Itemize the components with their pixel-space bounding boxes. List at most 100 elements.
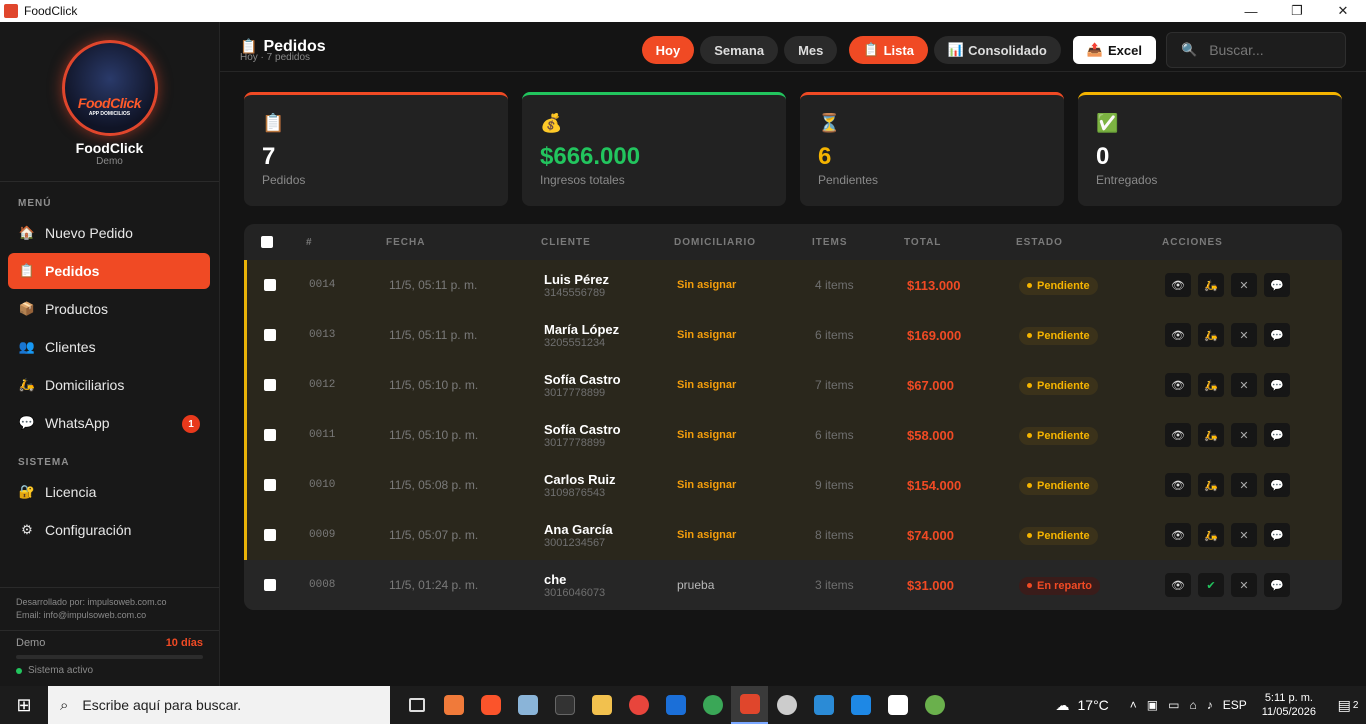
filter-hoy[interactable]: Hoy <box>641 36 695 64</box>
assign-courier-button[interactable]: 🛵 <box>1198 323 1224 347</box>
row-checkbox[interactable] <box>264 379 276 391</box>
view-order-button[interactable]: 👁 <box>1165 473 1191 497</box>
plan-progress <box>16 655 203 659</box>
assign-courier-button[interactable]: 🛵 <box>1198 423 1224 447</box>
sidebar-item-configuracion[interactable]: ⚙ Configuración <box>8 512 210 548</box>
view-consolidated-button[interactable]: 📊 Consolidado <box>933 36 1061 64</box>
table-row[interactable]: 0008 11/5, 01:24 p. m. che 3016046073 prueba… <box>244 560 1342 610</box>
windows-start-button[interactable]: ⊞ <box>0 686 48 724</box>
view-order-button[interactable]: 👁 <box>1165 523 1191 547</box>
volume-icon[interactable]: ♪ <box>1207 698 1213 712</box>
cancel-order-button[interactable]: ✕ <box>1231 473 1257 497</box>
message-button[interactable]: 💬 <box>1264 373 1290 397</box>
view-order-button[interactable]: 👁 <box>1165 323 1191 347</box>
view-order-button[interactable]: 👁 <box>1165 573 1191 597</box>
message-button[interactable]: 💬 <box>1264 573 1290 597</box>
cancel-order-button[interactable]: ✕ <box>1231 323 1257 347</box>
row-checkbox[interactable] <box>264 329 276 341</box>
chevron-up-icon[interactable]: ˄ <box>1130 698 1137 712</box>
message-button[interactable]: 💬 <box>1264 323 1290 347</box>
mark-delivered-button[interactable]: ✔ <box>1198 573 1224 597</box>
filter-mes[interactable]: Mes <box>784 36 838 64</box>
app-icon-orange[interactable] <box>435 686 472 724</box>
sidebar-item-clientes[interactable]: 👥 Clientes <box>8 329 210 365</box>
sidebar-item-pedidos[interactable]: 📋 Pedidos <box>8 253 210 289</box>
table-row[interactable]: 0009 11/5, 05:07 p. m. Ana García 300123456… <box>244 510 1342 560</box>
sidebar-item-productos[interactable]: 📦 Productos <box>8 291 210 327</box>
assign-courier-button[interactable]: 🛵 <box>1198 523 1224 547</box>
message-button[interactable]: 💬 <box>1264 273 1290 297</box>
media-icon[interactable] <box>842 686 879 724</box>
scooter-icon: 🛵 <box>18 377 36 392</box>
paint-icon[interactable] <box>916 686 953 724</box>
eye-icon: 👁 <box>1171 529 1185 542</box>
row-checkbox[interactable] <box>264 529 276 541</box>
view-order-button[interactable]: 👁 <box>1165 423 1191 447</box>
sidebar-item-nuevo-pedido[interactable]: 🏠 Nuevo Pedido <box>8 215 210 251</box>
weather-widget[interactable]: ☁ 17°C <box>1056 697 1109 714</box>
sidebar-item-licencia[interactable]: 🔐 Licencia <box>8 474 210 510</box>
message-button[interactable]: 💬 <box>1264 523 1290 547</box>
order-date: 11/5, 05:11 p. m. <box>389 328 478 342</box>
maximize-button[interactable]: ❐ <box>1274 0 1320 22</box>
status-dot <box>1027 433 1032 439</box>
export-excel-button[interactable]: 📤 Excel <box>1072 36 1156 64</box>
task-view-icon[interactable] <box>398 686 435 724</box>
row-checkbox[interactable] <box>264 279 276 291</box>
client-phone: 3145556789 <box>544 286 606 299</box>
assign-courier-button[interactable]: 🛵 <box>1198 373 1224 397</box>
network-icon[interactable]: ⌂ <box>1189 698 1196 712</box>
foodclick-taskbar-icon[interactable] <box>731 686 768 724</box>
capcut-icon[interactable] <box>879 686 916 724</box>
language-indicator[interactable]: ESP <box>1223 698 1247 712</box>
stat-value: 6 <box>818 143 832 170</box>
cancel-order-button[interactable]: ✕ <box>1231 523 1257 547</box>
meet-icon[interactable]: ▣ <box>1147 698 1158 712</box>
app-icon-dark[interactable] <box>546 686 583 724</box>
minimize-button[interactable]: — <box>1228 0 1274 22</box>
search-input[interactable]: 🔍 Buscar... <box>1166 32 1346 68</box>
view-order-button[interactable]: 👁 <box>1165 373 1191 397</box>
list-icon: 📋 <box>863 42 880 57</box>
vscode-icon[interactable] <box>805 686 842 724</box>
cancel-order-button[interactable]: ✕ <box>1231 373 1257 397</box>
clock[interactable]: 5:11 p. m. 11/05/2026 <box>1262 691 1316 719</box>
view-order-button[interactable]: 👁 <box>1165 273 1191 297</box>
settings-icon[interactable] <box>768 686 805 724</box>
cancel-order-button[interactable]: ✕ <box>1231 273 1257 297</box>
chrome-icon[interactable] <box>620 686 657 724</box>
row-checkbox[interactable] <box>264 479 276 491</box>
table-row[interactable]: 0013 11/5, 05:11 p. m. María López 32055512… <box>244 310 1342 360</box>
page-header: 📋 Pedidos Hoy · 7 pedidos Hoy Semana Mes… <box>220 22 1366 72</box>
row-checkbox[interactable] <box>264 579 276 591</box>
table-row[interactable]: 0012 11/5, 05:10 p. m. Sofía Castro 3017778… <box>244 360 1342 410</box>
battery-icon[interactable]: ▭ <box>1168 698 1179 712</box>
close-icon: ✕ <box>1239 529 1249 542</box>
assign-courier-button[interactable]: 🛵 <box>1198 273 1224 297</box>
close-icon: ✕ <box>1239 279 1249 292</box>
taskbar-search[interactable]: ⌕ Escribe aquí para buscar. <box>48 686 390 724</box>
chat-icon: 💬 <box>1270 429 1284 442</box>
sidebar-item-domiciliarios[interactable]: 🛵 Domiciliarios <box>8 367 210 403</box>
table-row[interactable]: 0011 11/5, 05:10 p. m. Sofía Castro 3017778… <box>244 410 1342 460</box>
select-all-checkbox[interactable] <box>261 236 273 248</box>
arc-icon[interactable] <box>657 686 694 724</box>
message-button[interactable]: 💬 <box>1264 423 1290 447</box>
sidebar-item-whatsapp[interactable]: 💬 WhatsApp 1 <box>8 405 210 441</box>
notes-icon[interactable] <box>509 686 546 724</box>
table-row[interactable]: 0014 11/5, 05:11 p. m. Luis Pérez 314555678… <box>244 260 1342 310</box>
assign-courier-button[interactable]: 🛵 <box>1198 473 1224 497</box>
filter-semana[interactable]: Semana <box>700 36 779 64</box>
cancel-order-button[interactable]: ✕ <box>1231 573 1257 597</box>
row-checkbox[interactable] <box>264 429 276 441</box>
chrome-icon[interactable] <box>694 686 731 724</box>
message-button[interactable]: 💬 <box>1264 473 1290 497</box>
notification-center-button[interactable]: ▤ 2 <box>1330 697 1366 714</box>
close-button[interactable]: ✕ <box>1320 0 1366 22</box>
view-list-button[interactable]: 📋 Lista <box>849 36 928 64</box>
brand-block: FoodClick APP DOMICILIOS FoodClick Demo <box>0 22 219 182</box>
cancel-order-button[interactable]: ✕ <box>1231 423 1257 447</box>
table-row[interactable]: 0010 11/5, 05:08 p. m. Carlos Ruiz 31098765… <box>244 460 1342 510</box>
brave-icon[interactable] <box>472 686 509 724</box>
file-explorer-icon[interactable] <box>583 686 620 724</box>
